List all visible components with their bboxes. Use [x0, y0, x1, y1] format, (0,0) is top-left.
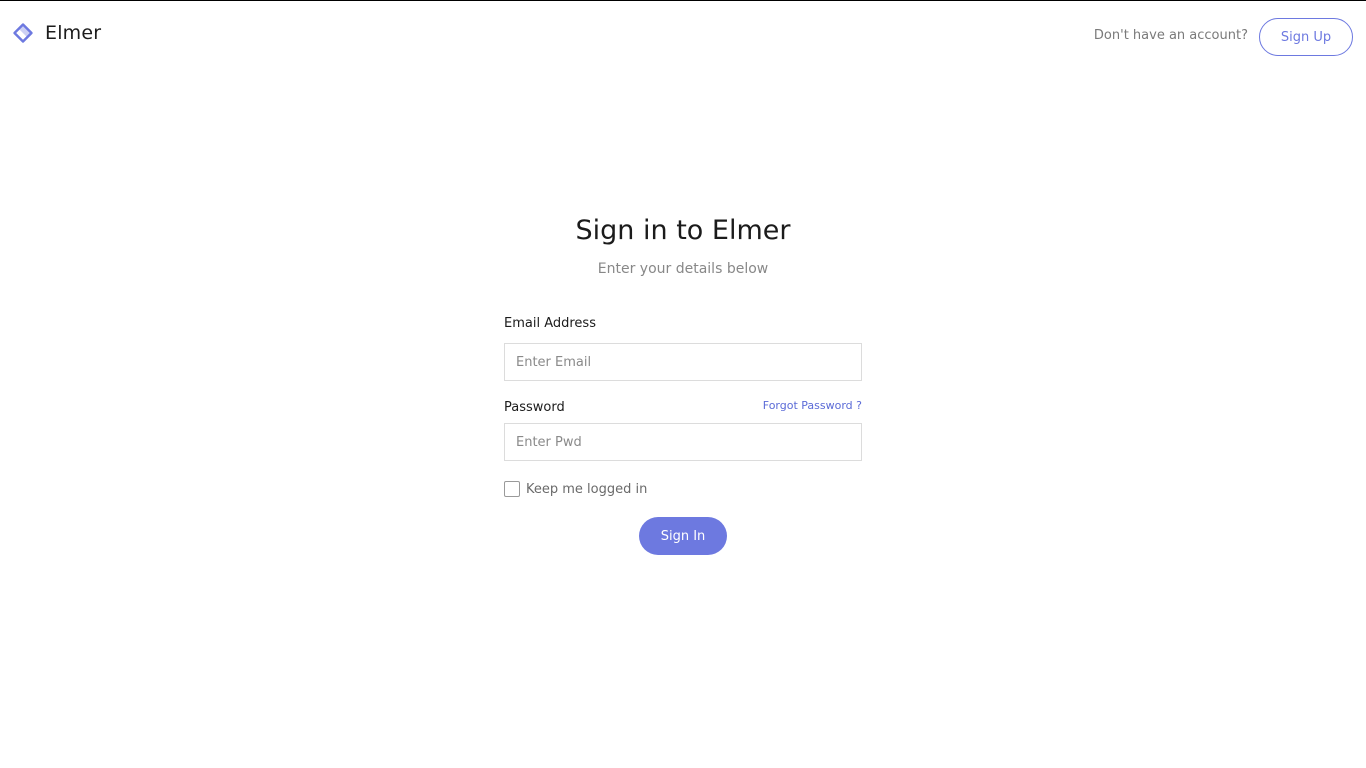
- page-title: Sign in to Elmer: [575, 215, 791, 246]
- sign-in-button[interactable]: Sign In: [639, 517, 727, 555]
- signin-form: Sign in to Elmer Enter your details belo…: [504, 211, 862, 555]
- diamond-logo-icon: [12, 22, 34, 44]
- sign-up-button[interactable]: Sign Up: [1259, 18, 1353, 56]
- page-subtitle: Enter your details below: [597, 261, 769, 277]
- keep-logged-in-checkbox[interactable]: [504, 481, 520, 497]
- password-label-row: Password Forgot Password ?: [504, 393, 862, 417]
- email-label: Email Address: [504, 316, 596, 331]
- remember-me-row: Keep me logged in: [504, 480, 862, 498]
- brand-logo[interactable]: Elmer: [12, 21, 101, 45]
- keep-logged-in-label[interactable]: Keep me logged in: [526, 482, 647, 497]
- forgot-password-link[interactable]: Forgot Password ?: [763, 399, 862, 412]
- top-header: Elmer Don't have an account? Sign Up: [0, 1, 1366, 73]
- email-input[interactable]: [504, 343, 862, 381]
- password-label: Password: [504, 400, 565, 415]
- brand-name: Elmer: [45, 22, 102, 44]
- password-input[interactable]: [504, 423, 862, 461]
- signin-page: Elmer Don't have an account? Sign Up Sig…: [0, 0, 1366, 768]
- account-prompt-text: Don't have an account?: [1093, 28, 1248, 43]
